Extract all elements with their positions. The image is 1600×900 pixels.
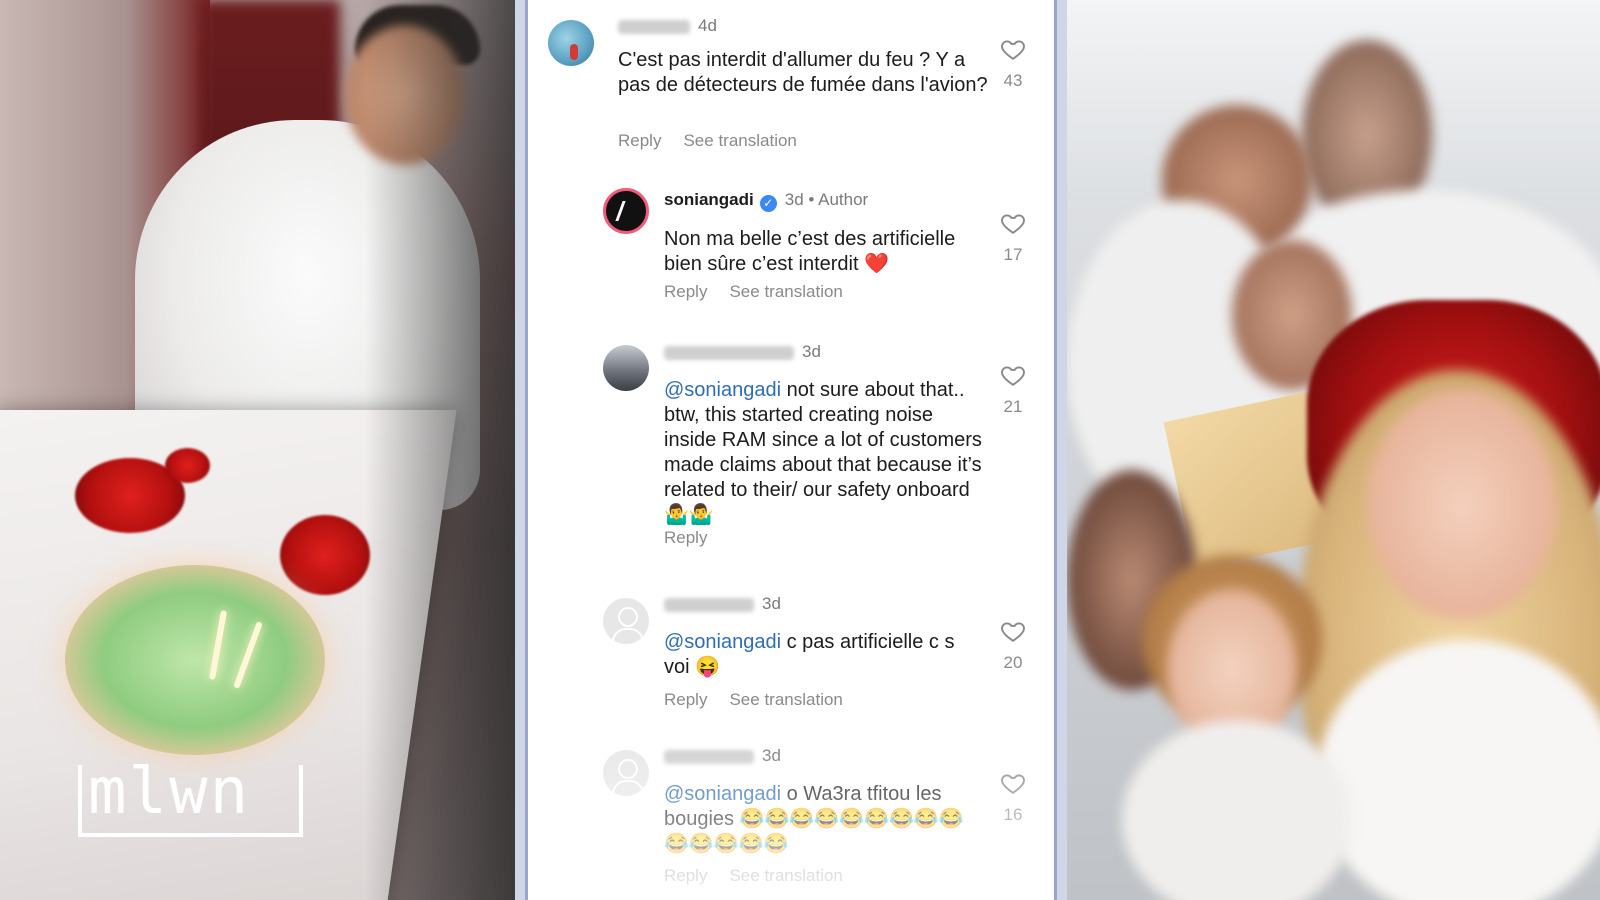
author-badge: • Author bbox=[808, 190, 869, 209]
comment-time: 3d bbox=[802, 342, 821, 361]
brand-logo: mlwn bbox=[88, 755, 251, 829]
comment-body: not sure about that.. btw, this started … bbox=[664, 379, 982, 526]
comment-meta: 3d bbox=[664, 342, 821, 362]
comment-actions: Reply See translation bbox=[664, 282, 865, 302]
like-count: 16 bbox=[1003, 805, 1023, 824]
comment-time: 4d bbox=[698, 16, 717, 35]
reply-button[interactable]: Reply bbox=[664, 866, 707, 885]
avatar[interactable] bbox=[548, 20, 594, 66]
like-count: 43 bbox=[1003, 71, 1023, 90]
comment-meta: soniangadi ✓ 3d • Author bbox=[664, 190, 868, 212]
shadow-edge bbox=[365, 0, 515, 900]
rose-right bbox=[280, 515, 370, 595]
reply-button[interactable]: Reply bbox=[664, 690, 707, 709]
comment-actions: Reply See translation bbox=[664, 866, 865, 886]
comment-meta: 3d bbox=[664, 746, 781, 766]
comments-panel: 4d C'est pas interdit d'allumer du feu ?… bbox=[515, 0, 1067, 900]
mention-link[interactable]: @soniangadi bbox=[664, 631, 781, 653]
heart-icon[interactable] bbox=[1000, 362, 1026, 388]
comment-text: @soniangadi o Wa3ra tfitou les bougies 😂… bbox=[664, 782, 964, 857]
rose-left-small bbox=[165, 448, 210, 483]
username[interactable]: soniangadi bbox=[664, 190, 754, 209]
reply-button[interactable]: Reply bbox=[664, 282, 707, 301]
left-photo: mlwn bbox=[0, 0, 515, 900]
comment-meta: 3d bbox=[664, 594, 781, 614]
heart-icon[interactable] bbox=[1000, 618, 1026, 644]
like-count: 20 bbox=[1003, 653, 1023, 672]
heart-icon[interactable] bbox=[1000, 210, 1026, 236]
mention-link[interactable]: @soniangadi bbox=[664, 783, 781, 805]
default-avatar-icon[interactable] bbox=[603, 598, 649, 644]
like-count: 21 bbox=[1003, 397, 1023, 416]
username-blurred bbox=[664, 345, 794, 360]
see-translation-button[interactable]: See translation bbox=[683, 131, 796, 150]
comment-text: @soniangadi not sure about that.. btw, t… bbox=[664, 378, 984, 528]
comment-text: Non ma belle c’est des artificielle bien… bbox=[664, 228, 956, 275]
author-avatar[interactable] bbox=[603, 188, 649, 234]
comment-meta: 4d bbox=[618, 16, 717, 36]
see-translation-button[interactable]: See translation bbox=[729, 690, 842, 709]
reply-button[interactable]: Reply bbox=[618, 131, 661, 150]
comment-actions: Reply bbox=[664, 528, 729, 548]
heart-icon[interactable] bbox=[1000, 36, 1026, 62]
username-blurred bbox=[664, 597, 754, 612]
right-photo bbox=[1067, 0, 1600, 900]
see-translation-button[interactable]: See translation bbox=[729, 282, 842, 301]
username-blurred bbox=[618, 19, 690, 34]
username-blurred bbox=[664, 749, 754, 764]
woman-face-blurred bbox=[1367, 390, 1557, 620]
mention-link[interactable]: @soniangadi bbox=[664, 379, 781, 401]
comment-actions: Reply See translation bbox=[664, 690, 865, 710]
comment-text: @soniangadi c pas artificielle c s voi 😝 bbox=[664, 630, 984, 680]
reply-button[interactable]: Reply bbox=[664, 528, 707, 547]
comment-time: 3d bbox=[784, 190, 804, 209]
like-count: 17 bbox=[1003, 245, 1023, 264]
comment-time: 3d bbox=[762, 594, 781, 613]
comment-text: C'est pas interdit d'allumer du feu ? Y … bbox=[618, 49, 988, 96]
heart-icon[interactable] bbox=[1000, 770, 1026, 796]
comment-time: 3d bbox=[762, 746, 781, 765]
avatar[interactable] bbox=[603, 345, 649, 391]
comment-actions: Reply See translation bbox=[618, 131, 819, 151]
birthday-cake bbox=[65, 565, 325, 755]
comments-card: 4d C'est pas interdit d'allumer du feu ?… bbox=[525, 0, 1057, 900]
default-avatar-icon[interactable] bbox=[603, 750, 649, 796]
see-translation-button[interactable]: See translation bbox=[729, 866, 842, 885]
verified-badge-icon: ✓ bbox=[759, 195, 777, 212]
